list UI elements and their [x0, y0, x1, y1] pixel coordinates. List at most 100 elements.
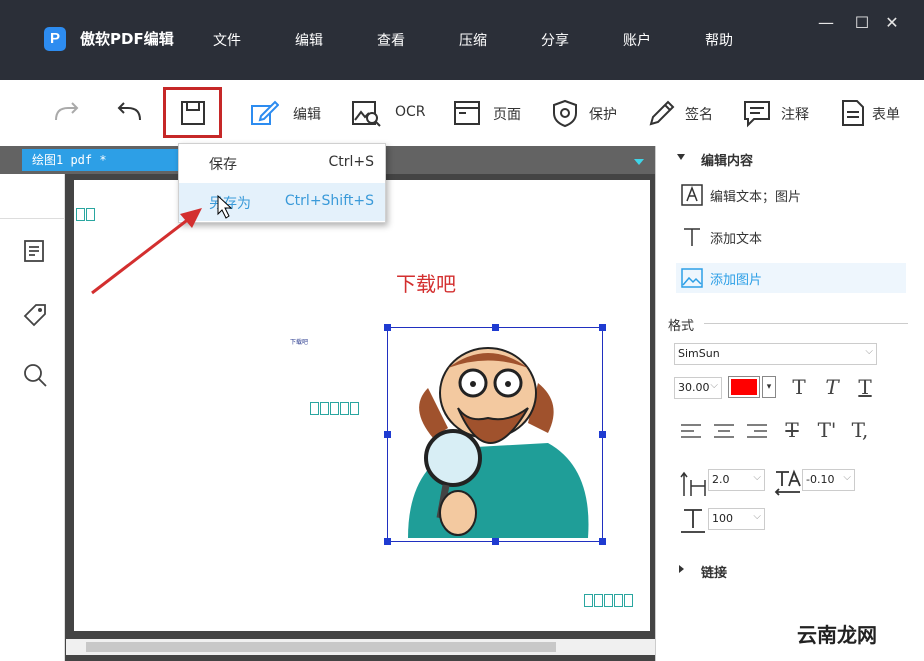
tool-protect-label[interactable]: 保护	[589, 104, 617, 124]
resize-handle[interactable]	[599, 431, 606, 438]
page-viewport: 下载吧 下载吧	[66, 174, 655, 661]
small-text[interactable]: 下载吧	[290, 337, 308, 346]
page-heading[interactable]: 下载吧	[396, 268, 456, 297]
align-right-icon[interactable]	[742, 416, 772, 446]
shield-icon[interactable]	[550, 98, 580, 128]
chevron-down-icon[interactable]: ▾	[762, 376, 776, 398]
format-heading: 格式	[668, 319, 695, 334]
regular-style-button[interactable]: T	[784, 373, 814, 403]
page-icon[interactable]	[452, 98, 482, 128]
missing-glyph-text[interactable]	[310, 400, 360, 416]
save-dropdown-menu: 保存 Ctrl+S 另存为 Ctrl+Shift+S	[178, 143, 386, 223]
bookmark-tag-icon[interactable]	[22, 302, 48, 328]
resize-handle[interactable]	[384, 431, 391, 438]
resize-handle[interactable]	[384, 324, 391, 331]
chevron-down-icon: ⌵	[753, 472, 761, 483]
add-text-item[interactable]: 添加文本	[676, 222, 906, 252]
tool-sign-label[interactable]: 签名	[685, 104, 713, 124]
tool-comment-label[interactable]: 注释	[781, 104, 809, 124]
underline-button[interactable]: T	[850, 373, 880, 403]
edit-icon[interactable]	[249, 98, 279, 128]
menu-share[interactable]: 分享	[541, 30, 569, 50]
menu-item-save[interactable]: 保存 Ctrl+S	[179, 144, 385, 182]
scrollbar-thumb[interactable]	[86, 642, 556, 652]
edit-text-image-item[interactable]: 编辑文本；图片	[676, 180, 906, 210]
add-image-item[interactable]: 添加图片	[676, 263, 906, 293]
save-icon[interactable]	[178, 98, 208, 128]
resize-handle[interactable]	[384, 538, 391, 545]
horizontal-scrollbar[interactable]	[66, 639, 655, 655]
font-size-value: 30.00	[678, 381, 710, 394]
chevron-down-icon: ⌵	[843, 472, 851, 483]
pdf-page[interactable]: 下载吧 下载吧	[74, 180, 650, 631]
thumbnails-icon[interactable]	[22, 238, 48, 264]
font-size-select[interactable]: 30.00 ⌵	[674, 377, 722, 399]
left-sidebar	[0, 174, 65, 661]
char-spacing-select[interactable]: -0.10 ⌵	[802, 469, 855, 491]
menu-item-save-as[interactable]: 另存为 Ctrl+Shift+S	[179, 183, 385, 221]
strikethrough-button[interactable]: T	[777, 416, 807, 446]
text-color-picker[interactable]	[728, 376, 760, 398]
search-icon[interactable]	[22, 362, 48, 388]
line-spacing-select[interactable]: 2.0 ⌵	[708, 469, 765, 491]
menu-item-label: 另存为	[209, 196, 251, 212]
collapse-arrow-icon[interactable]	[677, 154, 685, 160]
properties-panel: 编辑内容 编辑文本；图片 添加文本 添加图片 格式 SimSun ⌵ 30.00…	[655, 146, 924, 661]
superscript-button[interactable]: T'	[812, 416, 842, 446]
redo-icon[interactable]	[52, 98, 82, 128]
menu-compress[interactable]: 压缩	[459, 30, 487, 50]
tool-ocr-label[interactable]: OCR	[395, 104, 426, 120]
resize-handle[interactable]	[599, 538, 606, 545]
pen-icon[interactable]	[646, 98, 676, 128]
line-spacing-icon	[680, 471, 706, 496]
sidebar-divider	[0, 218, 65, 219]
align-left-icon[interactable]	[676, 416, 706, 446]
divider	[704, 323, 908, 324]
toolbar: 编辑 OCR 页面 保护 签名 注释 表单	[0, 80, 924, 146]
scale-icon	[681, 509, 705, 533]
tool-page-label[interactable]: 页面	[493, 104, 521, 124]
edit-content-heading[interactable]: 编辑内容	[701, 150, 753, 169]
chevron-down-icon: ⌵	[710, 380, 718, 391]
menu-view[interactable]: 查看	[377, 30, 405, 50]
text-icon	[684, 228, 700, 246]
watermark-logo: 云南龙网	[785, 620, 889, 650]
subscript-button[interactable]: T,	[845, 416, 875, 446]
title-bar: P 傲软PDF编辑 文件 编辑 查看 压缩 分享 账户 帮助 — ☐ ✕	[0, 0, 924, 80]
expand-arrow-icon[interactable]	[679, 565, 684, 573]
tab-list-arrow-icon[interactable]	[634, 159, 644, 165]
char-spacing-value: -0.10	[806, 473, 835, 486]
font-select[interactable]: SimSun ⌵	[674, 343, 877, 365]
menu-file[interactable]: 文件	[213, 30, 241, 50]
italic-button[interactable]: T	[817, 373, 847, 403]
resize-handle[interactable]	[599, 324, 606, 331]
undo-icon[interactable]	[114, 98, 144, 128]
app-name: 傲软PDF编辑	[80, 30, 174, 48]
missing-glyph-text[interactable]	[584, 592, 634, 608]
align-center-icon[interactable]	[709, 416, 739, 446]
ocr-icon[interactable]	[351, 98, 381, 128]
tool-edit-label[interactable]: 编辑	[293, 104, 321, 124]
tool-form-label[interactable]: 表单	[872, 104, 900, 124]
menu-account[interactable]: 账户	[623, 30, 651, 50]
item-label: 编辑文本；图片	[710, 190, 802, 205]
minimize-button[interactable]: —	[816, 13, 836, 32]
missing-glyph-text[interactable]	[76, 206, 96, 222]
comment-icon[interactable]	[742, 98, 772, 128]
menu-help[interactable]: 帮助	[705, 30, 733, 50]
link-heading[interactable]: 链接	[701, 562, 727, 581]
close-button[interactable]: ✕	[882, 13, 902, 32]
chevron-down-icon: ⌵	[865, 346, 873, 357]
app-logo-icon: P	[44, 27, 66, 51]
resize-handle[interactable]	[492, 324, 499, 331]
scale-select[interactable]: 100 ⌵	[708, 508, 765, 530]
menu-edit[interactable]: 编辑	[295, 30, 323, 50]
form-icon[interactable]	[838, 98, 868, 128]
char-spacing-icon	[774, 469, 801, 496]
chevron-down-icon: ⌵	[753, 511, 761, 522]
document-area: 绘图1 pdf * 下载吧 下载吧	[0, 146, 655, 661]
maximize-button[interactable]: ☐	[852, 13, 872, 32]
selected-image[interactable]	[384, 324, 606, 545]
resize-handle[interactable]	[492, 538, 499, 545]
menu-item-shortcut: Ctrl+Shift+S	[284, 193, 374, 209]
